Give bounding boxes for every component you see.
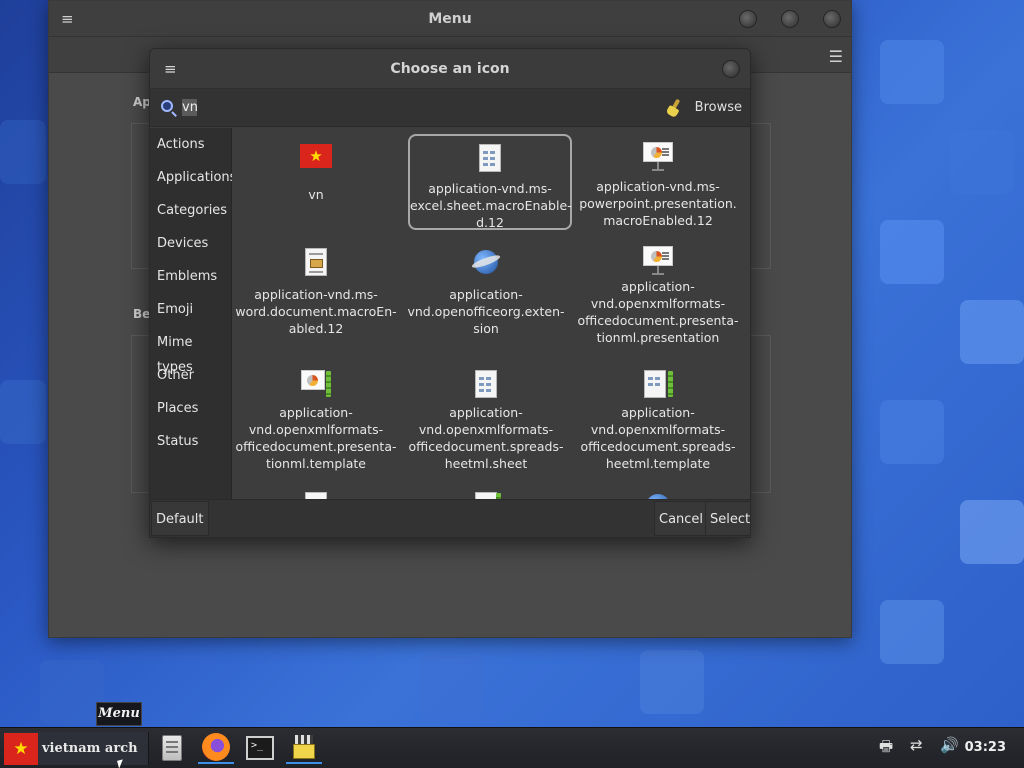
- vietnam-flag-icon: ★: [300, 144, 332, 176]
- hamburger-menu-icon[interactable]: ≡: [61, 10, 74, 28]
- icon-grid: ★ vn application-vnd.ms- excel.sheet.mac…: [232, 128, 750, 501]
- sidebar-item-devices[interactable]: Devices: [150, 231, 231, 264]
- icon-label: application- vnd.openxmlformats- officed…: [408, 405, 564, 471]
- icon-label: application-vnd.ms- powerpoint.presentat…: [579, 179, 737, 228]
- search-input[interactable]: [182, 100, 652, 115]
- close-icon[interactable]: [823, 10, 841, 28]
- choose-icon-dialog: ≡ Choose an icon Browse ActionsApplicati…: [149, 48, 751, 538]
- icon-item-excel-macro[interactable]: application-vnd.ms- excel.sheet.macroEna…: [408, 134, 572, 230]
- spreadsheet-template-icon: [642, 368, 674, 400]
- spreadsheet-icon: [474, 142, 506, 174]
- word-document-icon: [300, 246, 332, 278]
- minimize-icon[interactable]: [739, 10, 757, 28]
- sidebar-item-emoji[interactable]: Emoji: [150, 297, 231, 330]
- printer-icon[interactable]: 🖶: [879, 736, 893, 761]
- sidebar-item-mime-types[interactable]: Mime types: [150, 330, 231, 375]
- icon-item-pptx-template[interactable]: application- vnd.openxmlformats- officed…: [234, 368, 398, 478]
- sidebar-item-categories[interactable]: Categories: [150, 198, 231, 231]
- icon-editor-launcher[interactable]: [286, 732, 322, 764]
- terminal-launcher[interactable]: >_: [242, 732, 278, 764]
- search-icon: [160, 99, 178, 117]
- icon-label: application-vnd.ms- word.document.macroE…: [235, 287, 397, 336]
- terminal-icon: >_: [246, 736, 274, 760]
- clear-brush-icon[interactable]: [665, 98, 683, 118]
- sidebar-item-other[interactable]: Other: [150, 363, 231, 396]
- firefox-icon: [202, 733, 230, 761]
- wallpaper-tile: [960, 500, 1024, 564]
- hamburger-menu-icon[interactable]: ☰: [829, 47, 843, 66]
- maximize-icon[interactable]: [781, 10, 799, 28]
- icon-item-openoffice-extension[interactable]: application- vnd.openofficeorg.exten- si…: [404, 246, 568, 346]
- dialog-footer: Default Cancel Select: [150, 499, 750, 537]
- wallpaper-tile: [880, 40, 944, 104]
- icon-item-xlsx-template[interactable]: application- vnd.openxmlformats- officed…: [576, 368, 740, 478]
- default-button[interactable]: Default: [151, 501, 209, 536]
- hamburger-menu-icon[interactable]: ≡: [164, 60, 177, 78]
- wallpaper-tile: [880, 220, 944, 284]
- icon-item-xlsx-sheet[interactable]: application- vnd.openxmlformats- officed…: [404, 368, 568, 478]
- wallpaper-tile: [420, 655, 484, 719]
- presentation-icon: [642, 140, 674, 172]
- volume-icon[interactable]: 🔊: [940, 736, 959, 754]
- sidebar-item-actions[interactable]: Actions: [150, 132, 231, 165]
- icon-label: vn: [308, 187, 324, 202]
- extension-icon: [470, 246, 502, 278]
- icon-item-vn[interactable]: ★ vn: [234, 140, 398, 220]
- spreadsheet-icon: [470, 368, 502, 400]
- start-menu-button[interactable]: ★ vietnam arch: [4, 732, 149, 765]
- wallpaper-tile: [880, 400, 944, 464]
- search-bar: Browse: [150, 89, 750, 127]
- close-icon[interactable]: [722, 60, 740, 78]
- wallpaper-tile: [960, 300, 1024, 364]
- wallpaper-tile: [640, 650, 704, 714]
- network-icon[interactable]: ⇄: [910, 736, 923, 754]
- icon-item-word-macro[interactable]: application-vnd.ms- word.document.macroE…: [234, 246, 398, 346]
- search-input-wrap: [182, 99, 652, 116]
- menu-window-title: Menu: [428, 10, 472, 27]
- sidebar-item-emblems[interactable]: Emblems: [150, 264, 231, 297]
- icon-item-powerpoint-macro[interactable]: application-vnd.ms- powerpoint.presentat…: [576, 140, 740, 230]
- clock[interactable]: 03:23: [965, 740, 1006, 755]
- icon-label: application-vnd.ms- excel.sheet.macroEna…: [410, 181, 572, 230]
- icon-editor-icon: [291, 734, 317, 760]
- select-button[interactable]: Select: [705, 501, 750, 536]
- icon-label: application- vnd.openxmlformats- officed…: [577, 279, 739, 345]
- sidebar-item-places[interactable]: Places: [150, 396, 231, 429]
- sidebar-item-applications[interactable]: Applications: [150, 165, 236, 198]
- file-manager-icon: [162, 735, 182, 761]
- browse-button[interactable]: Browse: [695, 98, 742, 117]
- presentation-icon: [642, 244, 674, 276]
- icon-label: application- vnd.openxmlformats- officed…: [235, 405, 397, 471]
- start-menu-label: vietnam arch: [42, 741, 138, 756]
- category-sidebar: Actions Applications Categories Devices Embl…: [150, 128, 236, 501]
- icon-label: application- vnd.openxmlformats- officed…: [580, 405, 736, 471]
- menu-window-titlebar[interactable]: ≡ Menu: [49, 1, 851, 37]
- dialog-body: Actions Applications Categories Devices Embl…: [150, 128, 750, 501]
- dialog-titlebar[interactable]: ≡ Choose an icon: [150, 49, 750, 89]
- wallpaper-tile: [0, 120, 46, 184]
- presentation-template-icon: [300, 368, 332, 400]
- firefox-launcher[interactable]: [198, 732, 234, 764]
- icon-label: application- vnd.openofficeorg.exten- si…: [407, 287, 565, 336]
- taskbar: ★ vietnam arch >_ 🖶 ⇄ 🔊 03:23: [0, 727, 1024, 768]
- icon-item-pptx-presentation[interactable]: application- vnd.openxmlformats- officed…: [576, 244, 740, 354]
- dialog-title: Choose an icon: [390, 60, 510, 77]
- sidebar-item-status[interactable]: Status: [150, 429, 231, 462]
- wallpaper-tile: [0, 380, 46, 444]
- cancel-button[interactable]: Cancel: [654, 501, 709, 536]
- section-label-fragment: Be: [133, 307, 151, 321]
- menu-tooltip: Menu: [96, 702, 142, 726]
- wallpaper-tile: [880, 600, 944, 664]
- wallpaper-tile: [40, 660, 104, 724]
- wallpaper-tile: [950, 130, 1014, 194]
- vietnam-flag-icon: ★: [4, 732, 38, 765]
- file-manager-launcher[interactable]: [154, 732, 190, 764]
